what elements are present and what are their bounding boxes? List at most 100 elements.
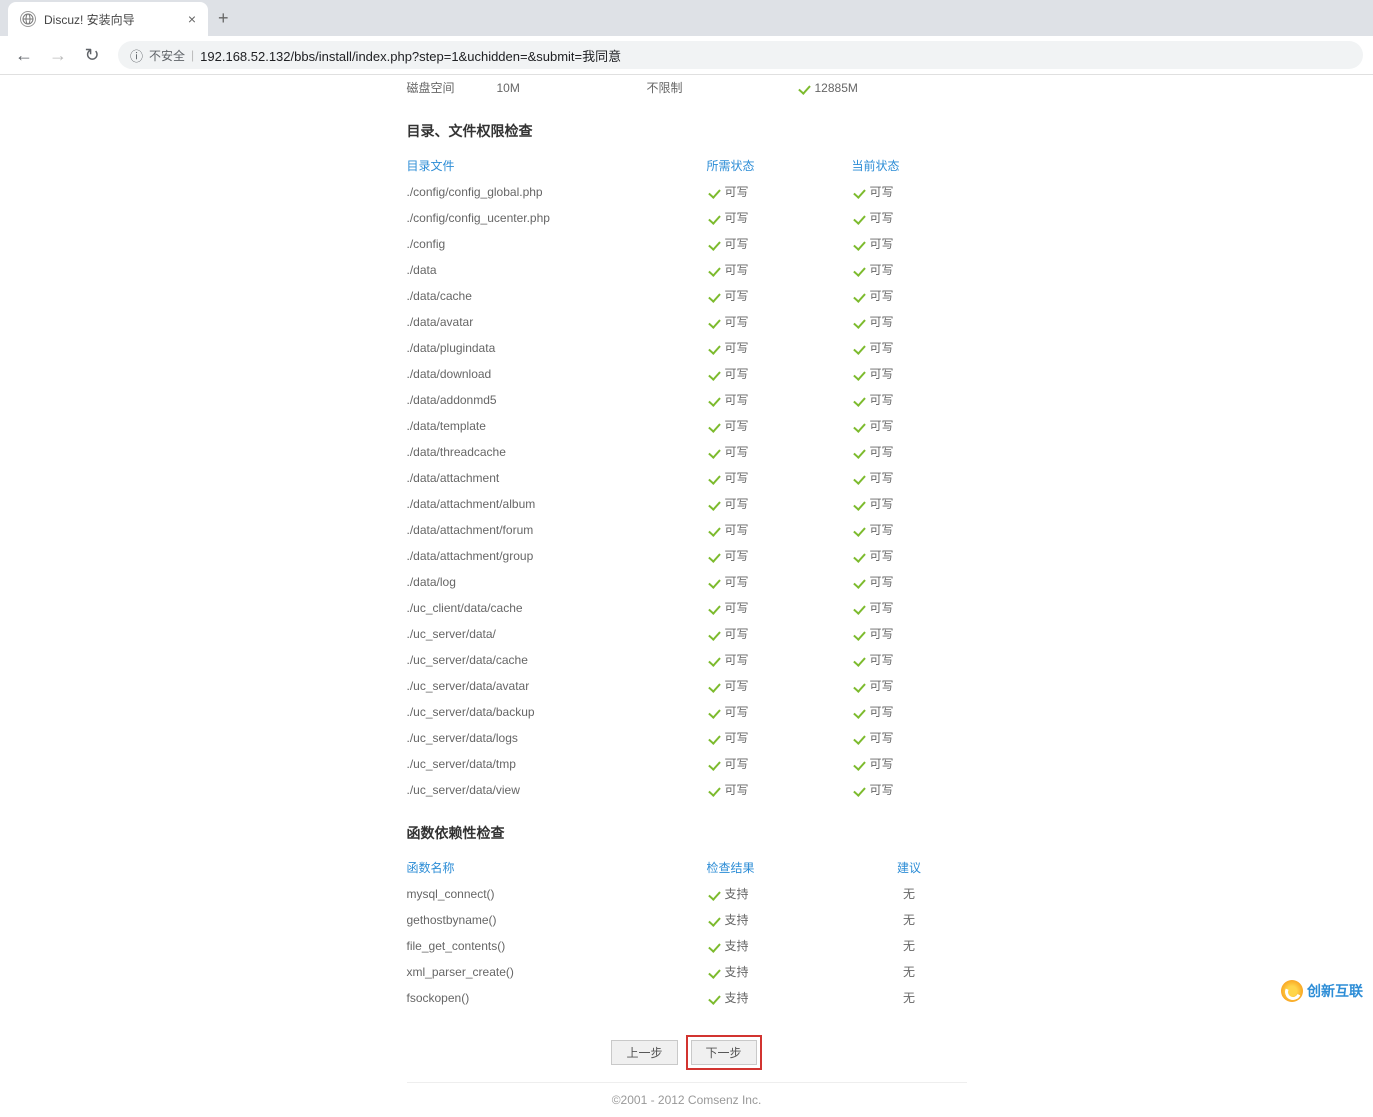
check-icon: [707, 887, 721, 901]
perm-required: 可写: [707, 727, 852, 749]
func-suggest: 无: [852, 935, 967, 957]
perm-path: ./data/addonmd5: [407, 389, 707, 411]
perm-path: ./uc_server/data/: [407, 623, 707, 645]
perm-current: 可写: [852, 779, 967, 801]
perm-row: ./data/attachment可写可写: [407, 465, 967, 491]
check-icon: [707, 419, 721, 433]
perm-path: ./config/config_ucenter.php: [407, 207, 707, 229]
perm-row: ./uc_server/data/avatar可写可写: [407, 673, 967, 699]
perm-row: ./uc_server/data/可写可写: [407, 621, 967, 647]
prev-button[interactable]: 上一步: [611, 1040, 677, 1065]
disk-limit: 不限制: [647, 77, 797, 99]
check-icon: [852, 367, 866, 381]
perm-row: ./data/threadcache可写可写: [407, 439, 967, 465]
check-icon: [707, 237, 721, 251]
func-name: file_get_contents(): [407, 935, 707, 957]
perm-required: 可写: [707, 233, 852, 255]
func-result: 支持: [707, 935, 852, 957]
func-row: xml_parser_create()支持无: [407, 959, 967, 985]
browser-chrome: Discuz! 安装向导 × + ← → ↻ ⓘ 不安全 | 192.168.5…: [0, 0, 1373, 75]
check-icon: [797, 81, 811, 95]
check-icon: [707, 991, 721, 1005]
func-header-name: 函数名称: [407, 857, 707, 879]
check-icon: [852, 549, 866, 563]
check-icon: [852, 627, 866, 641]
perm-current: 可写: [852, 259, 967, 281]
perm-current: 可写: [852, 285, 967, 307]
perm-required: 可写: [707, 545, 852, 567]
check-icon: [852, 289, 866, 303]
check-icon: [852, 783, 866, 797]
func-row: file_get_contents()支持无: [407, 933, 967, 959]
check-icon: [707, 471, 721, 485]
perm-row: ./data/attachment/group可写可写: [407, 543, 967, 569]
tab-close-icon[interactable]: ×: [188, 11, 196, 27]
address-bar[interactable]: ⓘ 不安全 | 192.168.52.132/bbs/install/index…: [118, 41, 1363, 69]
check-icon: [852, 263, 866, 277]
next-button[interactable]: 下一步: [691, 1040, 757, 1065]
perm-current: 可写: [852, 207, 967, 229]
forward-button[interactable]: →: [44, 41, 72, 69]
perm-current: 可写: [852, 727, 967, 749]
perm-rows: ./config/config_global.php可写可写./config/c…: [407, 179, 967, 803]
perm-path: ./data/plugindata: [407, 337, 707, 359]
check-icon: [707, 783, 721, 797]
perm-required: 可写: [707, 415, 852, 437]
perm-row: ./data/addonmd5可写可写: [407, 387, 967, 413]
perm-row: ./data/avatar可写可写: [407, 309, 967, 335]
perm-current: 可写: [852, 545, 967, 567]
perm-path: ./data/template: [407, 415, 707, 437]
perm-required: 可写: [707, 701, 852, 723]
perm-required: 可写: [707, 779, 852, 801]
check-icon: [852, 679, 866, 693]
func-section-title: 函数依赖性检查: [407, 823, 967, 843]
perm-required: 可写: [707, 467, 852, 489]
perm-required: 可写: [707, 259, 852, 281]
func-suggest: 无: [852, 961, 967, 983]
check-icon: [707, 497, 721, 511]
perm-header-row: 目录文件 所需状态 当前状态: [407, 153, 967, 179]
next-button-highlight: 下一步: [686, 1035, 762, 1070]
back-button[interactable]: ←: [10, 41, 38, 69]
watermark-text: 创新互联: [1307, 981, 1363, 1001]
perm-current: 可写: [852, 363, 967, 385]
func-row: mysql_connect()支持无: [407, 881, 967, 907]
info-icon: ⓘ: [130, 46, 143, 65]
reload-button[interactable]: ↻: [78, 41, 106, 69]
new-tab-button[interactable]: +: [218, 8, 229, 29]
check-icon: [852, 731, 866, 745]
perm-required: 可写: [707, 311, 852, 333]
perm-path: ./data/cache: [407, 285, 707, 307]
func-header-row: 函数名称 检查结果 建议: [407, 855, 967, 881]
func-name: xml_parser_create(): [407, 961, 707, 983]
func-suggest: 无: [852, 883, 967, 905]
browser-tab[interactable]: Discuz! 安装向导 ×: [8, 2, 208, 36]
check-icon: [852, 757, 866, 771]
perm-required: 可写: [707, 207, 852, 229]
perm-row: ./data/log可写可写: [407, 569, 967, 595]
perm-current: 可写: [852, 675, 967, 697]
func-result: 支持: [707, 909, 852, 931]
check-icon: [852, 523, 866, 537]
disk-current: 12885M: [797, 77, 858, 99]
disk-label: 磁盘空间: [407, 77, 497, 99]
perm-row: ./data/plugindata可写可写: [407, 335, 967, 361]
perm-required: 可写: [707, 753, 852, 775]
button-row: 上一步 下一步: [407, 1035, 967, 1070]
perm-row: ./uc_server/data/tmp可写可写: [407, 751, 967, 777]
check-icon: [852, 471, 866, 485]
perm-required: 可写: [707, 623, 852, 645]
perm-row: ./uc_client/data/cache可写可写: [407, 595, 967, 621]
disk-required: 10M: [497, 77, 647, 99]
check-icon: [707, 393, 721, 407]
check-icon: [707, 549, 721, 563]
perm-row: ./config/config_ucenter.php可写可写: [407, 205, 967, 231]
perm-required: 可写: [707, 597, 852, 619]
check-icon: [707, 445, 721, 459]
check-icon: [707, 627, 721, 641]
check-icon: [707, 211, 721, 225]
watermark-icon: [1281, 980, 1303, 1002]
perm-required: 可写: [707, 363, 852, 385]
perm-path: ./uc_server/data/tmp: [407, 753, 707, 775]
perm-path: ./data/attachment/album: [407, 493, 707, 515]
